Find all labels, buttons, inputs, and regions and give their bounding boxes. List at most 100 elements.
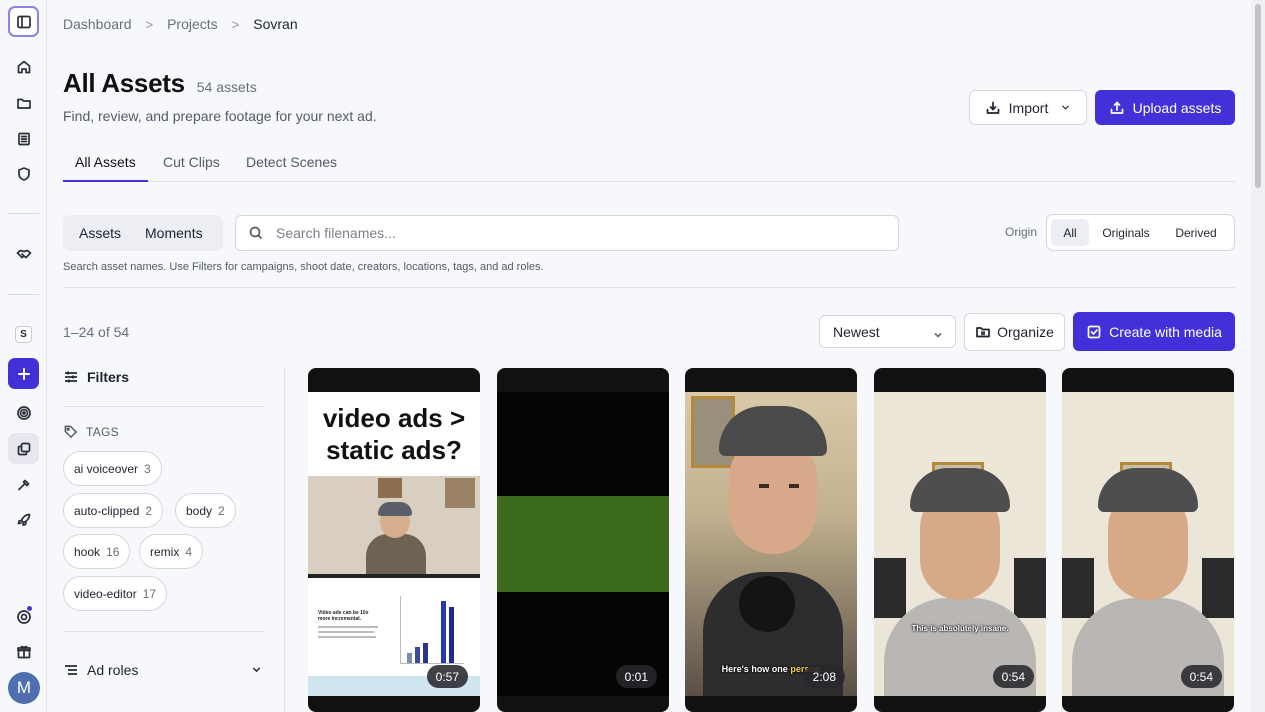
asset-thumbnail [497,392,669,696]
page-title: All Assets [63,68,185,98]
rail-divider [8,213,39,214]
asset-thumbnail: video ads > static ads? Video ads can be… [308,392,480,696]
breadcrumb-projects[interactable]: Projects [167,16,218,32]
sliders-icon [65,371,77,383]
tag-chip-hook[interactable]: hook 16 [63,534,131,569]
search-icon [249,226,263,240]
workspace-badge[interactable]: S [15,326,32,343]
tag-count: 2 [145,503,153,518]
notification-dot [26,605,33,612]
chevron-down-icon [933,327,943,338]
asset-card[interactable]: Here's how one person 2:08 [685,368,857,712]
tag-chip-body[interactable]: body 2 [175,493,236,528]
divider [63,631,263,632]
tab-all-assets[interactable]: All Assets [63,153,148,182]
asset-card[interactable]: 0:01 [497,368,669,712]
asset-card[interactable]: video ads > static ads? Video ads can be… [308,368,480,712]
upload-icon [1110,101,1123,114]
support-lifebuoy-icon[interactable] [8,601,39,632]
ad-roles-filter[interactable]: Ad roles [63,662,263,678]
checkbox-edit-icon [1087,325,1101,338]
create-with-media-button[interactable]: Create with media [1073,312,1235,351]
breadcrumb-current: Sovran [253,16,298,32]
chevron-down-icon [250,663,263,679]
video-caption: This is absolutely insane. [911,624,1009,633]
tag-count: 2 [218,503,225,518]
view-toggle-assets[interactable]: Assets [79,225,121,241]
user-avatar[interactable]: M [8,672,40,704]
duration-badge: 0:57 [426,665,468,688]
origin-originals[interactable]: Originals [1094,219,1158,246]
tag-count: 3 [144,461,151,476]
origin-label: Origin [1005,225,1038,239]
create-plus-icon[interactable] [8,358,39,389]
origin-derived[interactable]: Derived [1163,219,1229,246]
chevron-down-icon [1062,105,1070,110]
asset-card[interactable]: 0:54 [1062,368,1234,712]
tag-icon [64,425,78,439]
organize-folder-icon [976,327,990,338]
origin-all[interactable]: All [1051,219,1089,246]
create-with-media-label: Create with media [1109,323,1222,340]
organize-button[interactable]: Organize [964,313,1065,351]
panel-divider [284,368,285,712]
scroll-thumb[interactable] [1255,4,1261,188]
tags-heading-label: TAGS [86,424,119,439]
tag-chip-ai-voiceover[interactable]: ai voiceover 3 [63,451,162,486]
duration-badge: 2:08 [803,665,845,688]
fuzzy-microphone [739,576,795,632]
view-toggle: Assets Moments [63,215,223,251]
gift-icon[interactable] [8,636,39,667]
sidebar-toggle-icon[interactable] [8,6,39,37]
list-icon [65,665,77,675]
video-frame-person [308,476,480,574]
breadcrumb: Dashboard > Projects > Sovran [63,16,298,32]
slide-title: Video ads can be 10x more incremental. [318,610,369,622]
newspaper-icon[interactable] [8,123,39,154]
tag-chip-video-editor[interactable]: video-editor 17 [63,576,168,611]
tag-chip-remix[interactable]: remix 4 [139,534,204,569]
divider [63,406,263,407]
tag-name: auto-clipped [74,503,140,518]
tab-cut-clips[interactable]: Cut Clips [151,153,232,182]
duration-badge: 0:01 [615,665,657,688]
tag-name: ai voiceover [74,461,139,476]
asset-thumbnail [1062,392,1234,696]
chevron-right-icon: > [231,16,240,32]
import-button[interactable]: Import [969,90,1087,125]
asset-card[interactable]: This is absolutely insane. 0:54 [874,368,1046,712]
upload-assets-label: Upload assets [1132,99,1222,116]
filters-header[interactable]: Filters [63,369,129,385]
search-input[interactable] [276,225,876,241]
page-subtitle: Find, review, and prepare footage for yo… [63,108,377,124]
handshake-icon[interactable] [8,238,39,269]
thumbnail-overlay-text: video ads > static ads? [322,403,466,465]
assets-copy-icon[interactable] [8,433,39,464]
filters-title: Filters [87,369,130,385]
shield-icon[interactable] [8,158,39,189]
home-icon[interactable] [8,51,39,82]
slide-chart [400,596,464,664]
tag-count: 17 [142,586,157,601]
view-toggle-moments[interactable]: Moments [145,225,203,241]
chevron-right-icon: > [145,16,154,32]
import-label: Import [1008,99,1049,116]
tag-name: hook [74,544,101,559]
rocket-icon[interactable] [8,504,39,535]
tag-name: body [186,503,213,518]
rail-divider [8,294,39,295]
page-scrollbar[interactable] [1251,0,1265,712]
breadcrumb-dashboard[interactable]: Dashboard [63,16,132,32]
upload-assets-button[interactable]: Upload assets [1095,90,1235,125]
tab-detect-scenes[interactable]: Detect Scenes [234,153,349,182]
hammer-icon[interactable] [8,469,39,500]
target-icon[interactable] [8,397,39,428]
search-help-text: Search asset names. Use Filters for camp… [63,261,544,273]
caption-text: Here's how one [721,664,788,674]
tag-chip-auto-clipped[interactable]: auto-clipped 2 [63,493,164,528]
title-row: All Assets 54 assets [63,68,257,99]
folder-icon[interactable] [8,87,39,118]
origin-filter: All Originals Derived [1046,214,1235,251]
sort-select[interactable]: Newest [819,315,956,348]
duration-badge: 0:54 [992,665,1034,688]
